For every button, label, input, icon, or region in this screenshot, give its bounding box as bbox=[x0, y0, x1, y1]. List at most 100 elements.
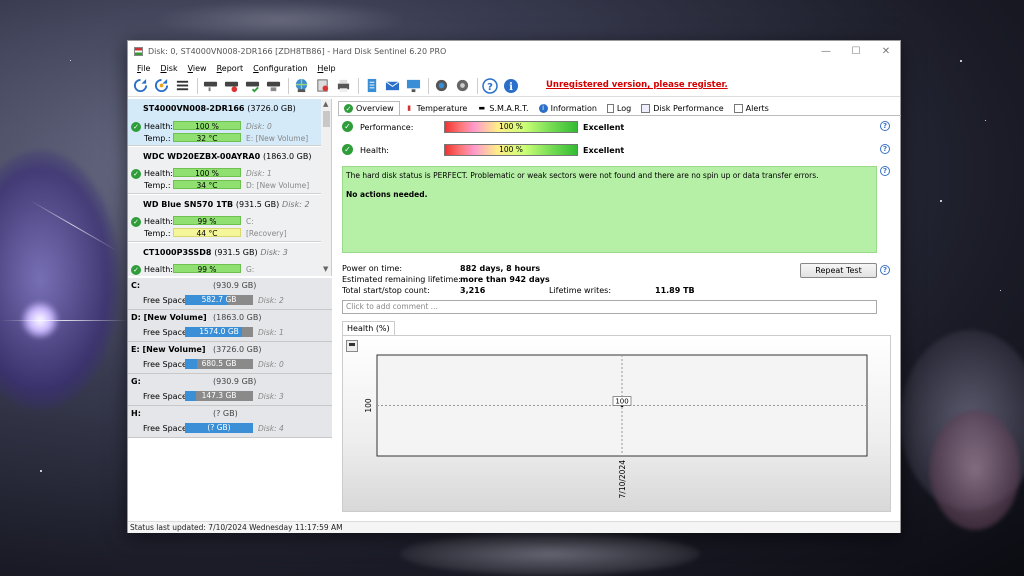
disk-item[interactable]: WD Blue SN570 1TB (931.5 GB) Disk: 2 ✓ H… bbox=[128, 195, 321, 242]
health-label: Health: bbox=[144, 122, 173, 131]
disk-surface-icon[interactable] bbox=[201, 77, 219, 95]
volume-item[interactable]: H: (? GB) Free Space (? GB) Disk: 4 bbox=[128, 406, 332, 438]
help-icon[interactable]: ? bbox=[880, 166, 890, 176]
menu-report[interactable]: Report bbox=[212, 64, 249, 73]
disk-info-icon[interactable] bbox=[264, 77, 282, 95]
health-label: Health: bbox=[144, 169, 173, 178]
help-icon[interactable]: ? bbox=[880, 265, 890, 275]
disk-item[interactable]: CT1000P3SSD8 (931.5 GB) Disk: 3 ✓ Health… bbox=[128, 243, 321, 276]
main-window: Disk: 0, ST4000VN008-2DR166 [ZDH8TB86] -… bbox=[127, 40, 901, 533]
disk-capacity: (3726.0 GB) bbox=[247, 104, 296, 113]
help-icon[interactable]: ? bbox=[481, 77, 499, 95]
help-icon[interactable]: ? bbox=[880, 121, 890, 131]
remaining-lifetime-value: more than 942 days bbox=[460, 275, 550, 284]
volume-name: D: [New Volume] bbox=[131, 313, 207, 322]
disk-check-icon[interactable] bbox=[243, 77, 261, 95]
minimize-button[interactable]: — bbox=[811, 41, 841, 61]
toolbar-separator bbox=[288, 77, 289, 94]
temp-label: Temp.: bbox=[144, 229, 171, 238]
toolbar-separator bbox=[197, 77, 198, 94]
list-view-icon[interactable] bbox=[173, 77, 191, 95]
scroll-down-icon[interactable]: ▼ bbox=[323, 265, 328, 273]
menu-view[interactable]: View bbox=[183, 64, 212, 73]
menu-disk[interactable]: Disk bbox=[155, 64, 182, 73]
disk-model: ST4000VN008-2DR166 bbox=[143, 104, 245, 113]
mail-icon[interactable] bbox=[383, 77, 401, 95]
document-icon[interactable] bbox=[362, 77, 380, 95]
volume-capacity: (930.9 GB) bbox=[213, 281, 257, 290]
tab-smart[interactable]: ▬ S.M.A.R.T. bbox=[472, 101, 533, 115]
performance-bar: 100 % bbox=[444, 121, 578, 133]
free-space-value: 680.5 GB bbox=[201, 359, 237, 368]
about-info-icon[interactable]: i bbox=[502, 77, 520, 95]
network-icon[interactable] bbox=[292, 77, 310, 95]
tab-log[interactable]: Log bbox=[602, 101, 636, 115]
disk-item[interactable]: ST4000VN008-2DR166 (3726.0 GB) ✓ Health:… bbox=[128, 99, 321, 146]
temp-label: Temp.: bbox=[144, 134, 171, 143]
volume-item[interactable]: G: (930.9 GB) Free Space 147.3 GB Disk: … bbox=[128, 374, 332, 406]
free-space-label: Free Space bbox=[143, 392, 187, 401]
advanced-options-icon[interactable] bbox=[453, 77, 471, 95]
status-text: The hard disk status is PERFECT. Problem… bbox=[346, 171, 819, 180]
disk-list-scrollbar[interactable]: ▲ ▼ bbox=[321, 99, 331, 276]
info-icon: i bbox=[538, 103, 548, 113]
volume-label: [Recovery] bbox=[246, 229, 287, 238]
disk-list: ST4000VN008-2DR166 (3726.0 GB) ✓ Health:… bbox=[128, 99, 332, 276]
toolbar-separator bbox=[358, 77, 359, 94]
scroll-up-icon[interactable]: ▲ bbox=[323, 100, 328, 108]
health-label: Health: bbox=[144, 265, 173, 274]
unregistered-link[interactable]: Unregistered version, please register. bbox=[546, 80, 728, 90]
volume-item[interactable]: C: (930.9 GB) Free Space 582.7 GB Disk: … bbox=[128, 278, 332, 310]
window-title: Disk: 0, ST4000VN008-2DR166 [ZDH8TB86] -… bbox=[148, 46, 447, 56]
menu-configuration[interactable]: Configuration bbox=[248, 64, 312, 73]
free-space-value: 1574.0 GB bbox=[199, 327, 239, 336]
report-icon[interactable] bbox=[313, 77, 331, 95]
tab-label: Information bbox=[550, 103, 597, 113]
repeat-test-button[interactable]: Repeat Test bbox=[800, 263, 877, 278]
health-value: 100 % bbox=[499, 145, 523, 154]
health-bar: 100 % bbox=[173, 168, 241, 178]
scroll-thumb[interactable] bbox=[323, 111, 330, 127]
tab-temperature[interactable]: ▮ Temperature bbox=[400, 101, 473, 115]
health-bar: 100 % bbox=[173, 121, 241, 131]
tab-overview[interactable]: ✓ Overview bbox=[338, 101, 400, 115]
menu-file[interactable]: File bbox=[132, 64, 155, 73]
tab-label: Disk Performance bbox=[653, 103, 724, 113]
health-bar: 99 % bbox=[173, 216, 241, 226]
disk-title: WD Blue SN570 1TB (931.5 GB) Disk: 2 bbox=[143, 200, 310, 209]
temp-label: Temp.: bbox=[144, 181, 171, 190]
tab-alerts[interactable]: Alerts bbox=[729, 101, 774, 115]
menu-help[interactable]: Help bbox=[312, 64, 340, 73]
monitor-icon[interactable] bbox=[404, 77, 422, 95]
log-icon bbox=[606, 103, 614, 113]
lifetime-writes-label: Lifetime writes: bbox=[549, 286, 612, 295]
performance-label: Performance: bbox=[360, 123, 414, 132]
volume-item[interactable]: D: [New Volume] (1863.0 GB) Free Space 1… bbox=[128, 310, 332, 342]
comment-field[interactable]: Click to add comment ... bbox=[342, 300, 877, 314]
free-space-bar: (? GB) bbox=[185, 423, 253, 433]
disk-test-icon[interactable] bbox=[222, 77, 240, 95]
tab-disk-performance[interactable]: Disk Performance bbox=[636, 101, 728, 115]
y-tick-label: 100 bbox=[364, 398, 373, 413]
remaining-lifetime-label: Estimated remaining lifetime: bbox=[342, 275, 461, 284]
performance-icon bbox=[641, 103, 651, 113]
refresh-icon[interactable] bbox=[131, 77, 149, 95]
maximize-button[interactable]: ☐ bbox=[841, 41, 871, 61]
help-icon[interactable]: ? bbox=[880, 144, 890, 154]
volume-name: C: bbox=[131, 281, 141, 290]
volume-item[interactable]: E: [New Volume] (3726.0 GB) Free Space 6… bbox=[128, 342, 332, 374]
disk-item[interactable]: WDC WD20EZBX-00AYRA0 (1863.0 GB) ✓ Healt… bbox=[128, 147, 321, 194]
close-button[interactable]: ✕ bbox=[871, 41, 901, 61]
print-icon[interactable] bbox=[334, 77, 352, 95]
volume-disk: Disk: 2 bbox=[258, 296, 284, 305]
disk-title: WDC WD20EZBX-00AYRA0 (1863.0 GB) bbox=[143, 152, 311, 161]
performance-ok-icon: ✓ bbox=[342, 121, 353, 132]
tab-information[interactable]: i Information bbox=[534, 101, 602, 115]
refresh-all-icon[interactable] bbox=[152, 77, 170, 95]
disk-model: WDC WD20EZBX-00AYRA0 bbox=[143, 152, 261, 161]
toolbar-separator bbox=[428, 77, 429, 94]
tab-label: Temperature bbox=[416, 103, 468, 113]
free-space-label: Free Space bbox=[143, 296, 187, 305]
health-chart-tab[interactable]: Health (%) bbox=[342, 321, 395, 335]
settings-gear-icon[interactable] bbox=[432, 77, 450, 95]
